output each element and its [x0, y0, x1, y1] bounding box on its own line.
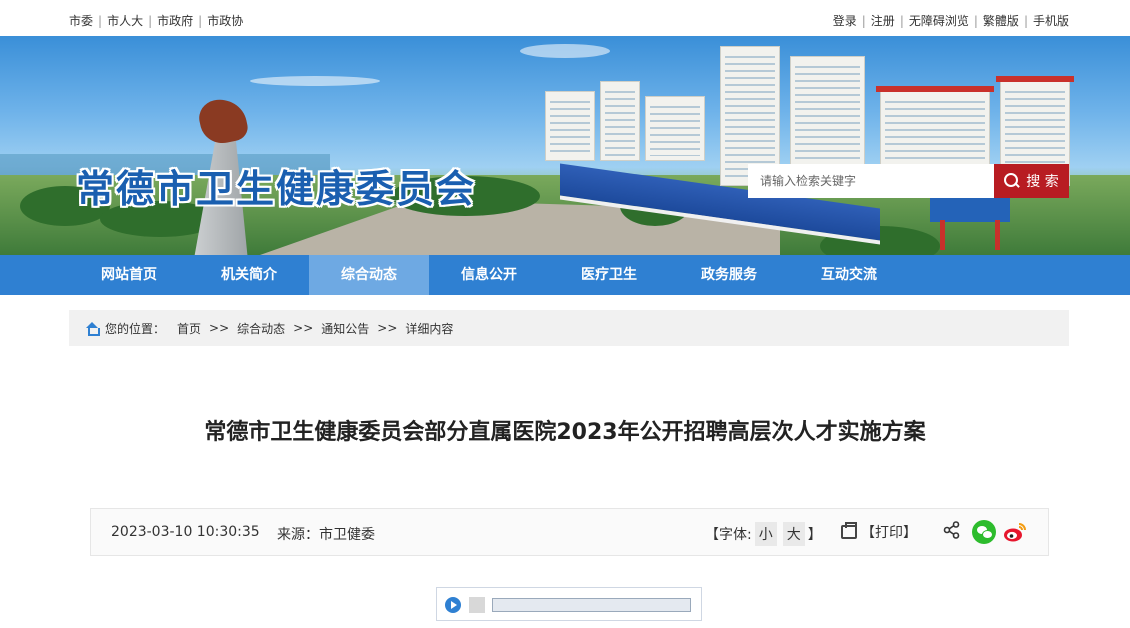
- breadcrumb-label: 您的位置：: [105, 321, 166, 336]
- font-small-button[interactable]: 小: [754, 522, 777, 546]
- building: [645, 96, 705, 161]
- top-utility-bar: 市委 | 市人大 | 市政府 | 市政协 登录 | 注册 | 无障碍浏览 | 繁…: [0, 0, 1130, 36]
- weibo-share-icon[interactable]: [1002, 519, 1028, 545]
- mobile-version-link[interactable]: 手机版: [1033, 12, 1069, 29]
- breadcrumb-current: 详细内容: [405, 321, 454, 336]
- breadcrumb: 您的位置： 首页 >> 综合动态 >> 通知公告 >> 详细内容: [69, 310, 1069, 346]
- audio-progress-bar[interactable]: [492, 598, 691, 612]
- cloud: [250, 76, 380, 86]
- article-source: 来源：市卫健委: [277, 527, 375, 543]
- nav-item-news[interactable]: 综合动态: [309, 255, 429, 295]
- search-box: 搜 索: [748, 164, 1069, 198]
- register-link[interactable]: 注册: [871, 12, 895, 29]
- site-title: 常德市卫生健康委员会: [76, 166, 477, 211]
- nav-item-services[interactable]: 政务服务: [669, 255, 789, 295]
- article-title: 常德市卫生健康委员会部分直属医院2023年公开招聘高层次人才实施方案: [204, 420, 926, 445]
- breadcrumb-notices[interactable]: 通知公告: [321, 320, 369, 337]
- link-city-committee[interactable]: 市委: [69, 12, 93, 29]
- link-city-government[interactable]: 市政府: [157, 12, 193, 29]
- traditional-chinese-link[interactable]: 繁體版: [983, 12, 1019, 29]
- print-label: 【打印】: [861, 525, 917, 541]
- red-roof: [996, 76, 1074, 82]
- search-icon: [1004, 173, 1020, 189]
- separator: |: [861, 13, 866, 28]
- nav-item-home[interactable]: 网站首页: [69, 255, 189, 295]
- separator: |: [198, 13, 203, 28]
- search-button[interactable]: 搜 索: [994, 164, 1069, 198]
- main-nav: 网站首页 机关简介 综合动态 信息公开 医疗卫生 政务服务 互动交流: [0, 255, 1130, 295]
- sculpture: [195, 94, 251, 148]
- print-button[interactable]: 【打印】: [841, 522, 917, 542]
- printer-icon: [841, 522, 857, 539]
- nav-item-about[interactable]: 机关简介: [189, 255, 309, 295]
- breadcrumb-separator: >>: [293, 321, 314, 335]
- header-banner: 常德市卫生健康委员会 搜 索: [0, 36, 1130, 255]
- accessibility-link[interactable]: 无障碍浏览: [909, 12, 969, 29]
- building: [600, 81, 640, 161]
- red-roof: [876, 86, 994, 92]
- stop-icon[interactable]: [469, 597, 485, 613]
- search-button-label: 搜 索: [1026, 174, 1059, 190]
- nav-item-info-disclosure[interactable]: 信息公开: [429, 255, 549, 295]
- wechat-share-icon[interactable]: [972, 520, 996, 544]
- pavilion-roof: [930, 196, 1010, 222]
- audio-player: [436, 587, 702, 621]
- breadcrumb-separator: >>: [377, 321, 398, 335]
- font-size-label-close: 】: [807, 527, 822, 543]
- top-right-links: 登录 | 注册 | 无障碍浏览 | 繁體版 | 手机版: [833, 12, 1069, 29]
- article-meta-bar: 2023-03-10 10:30:35 来源：市卫健委 【字体: 小 大 】 【…: [90, 508, 1049, 556]
- link-city-cppcc[interactable]: 市政协: [207, 12, 243, 29]
- cloud: [520, 44, 610, 58]
- font-size-label: 【字体:: [705, 527, 752, 543]
- separator: |: [148, 13, 153, 28]
- publish-date: 2023-03-10 10:30:35: [111, 524, 260, 540]
- login-link[interactable]: 登录: [833, 12, 857, 29]
- play-icon[interactable]: [445, 597, 461, 613]
- link-city-npc[interactable]: 市人大: [107, 12, 143, 29]
- font-size-control: 【字体: 小 大 】: [705, 522, 822, 546]
- top-left-links: 市委 | 市人大 | 市政府 | 市政协: [69, 12, 243, 29]
- share-icon[interactable]: [943, 521, 961, 539]
- home-icon: [85, 322, 100, 336]
- breadcrumb-news[interactable]: 综合动态: [237, 320, 285, 337]
- nav-item-medical[interactable]: 医疗卫生: [549, 255, 669, 295]
- font-large-button[interactable]: 大: [782, 522, 805, 546]
- building: [545, 91, 595, 161]
- search-input[interactable]: [748, 164, 994, 198]
- nav-item-interaction[interactable]: 互动交流: [789, 255, 909, 295]
- breadcrumb-separator: >>: [209, 321, 230, 335]
- separator: |: [899, 13, 904, 28]
- breadcrumb-home[interactable]: 首页: [177, 320, 201, 337]
- separator: |: [98, 13, 103, 28]
- pavilion-body: [940, 220, 1000, 250]
- separator: |: [1023, 13, 1028, 28]
- separator: |: [973, 13, 978, 28]
